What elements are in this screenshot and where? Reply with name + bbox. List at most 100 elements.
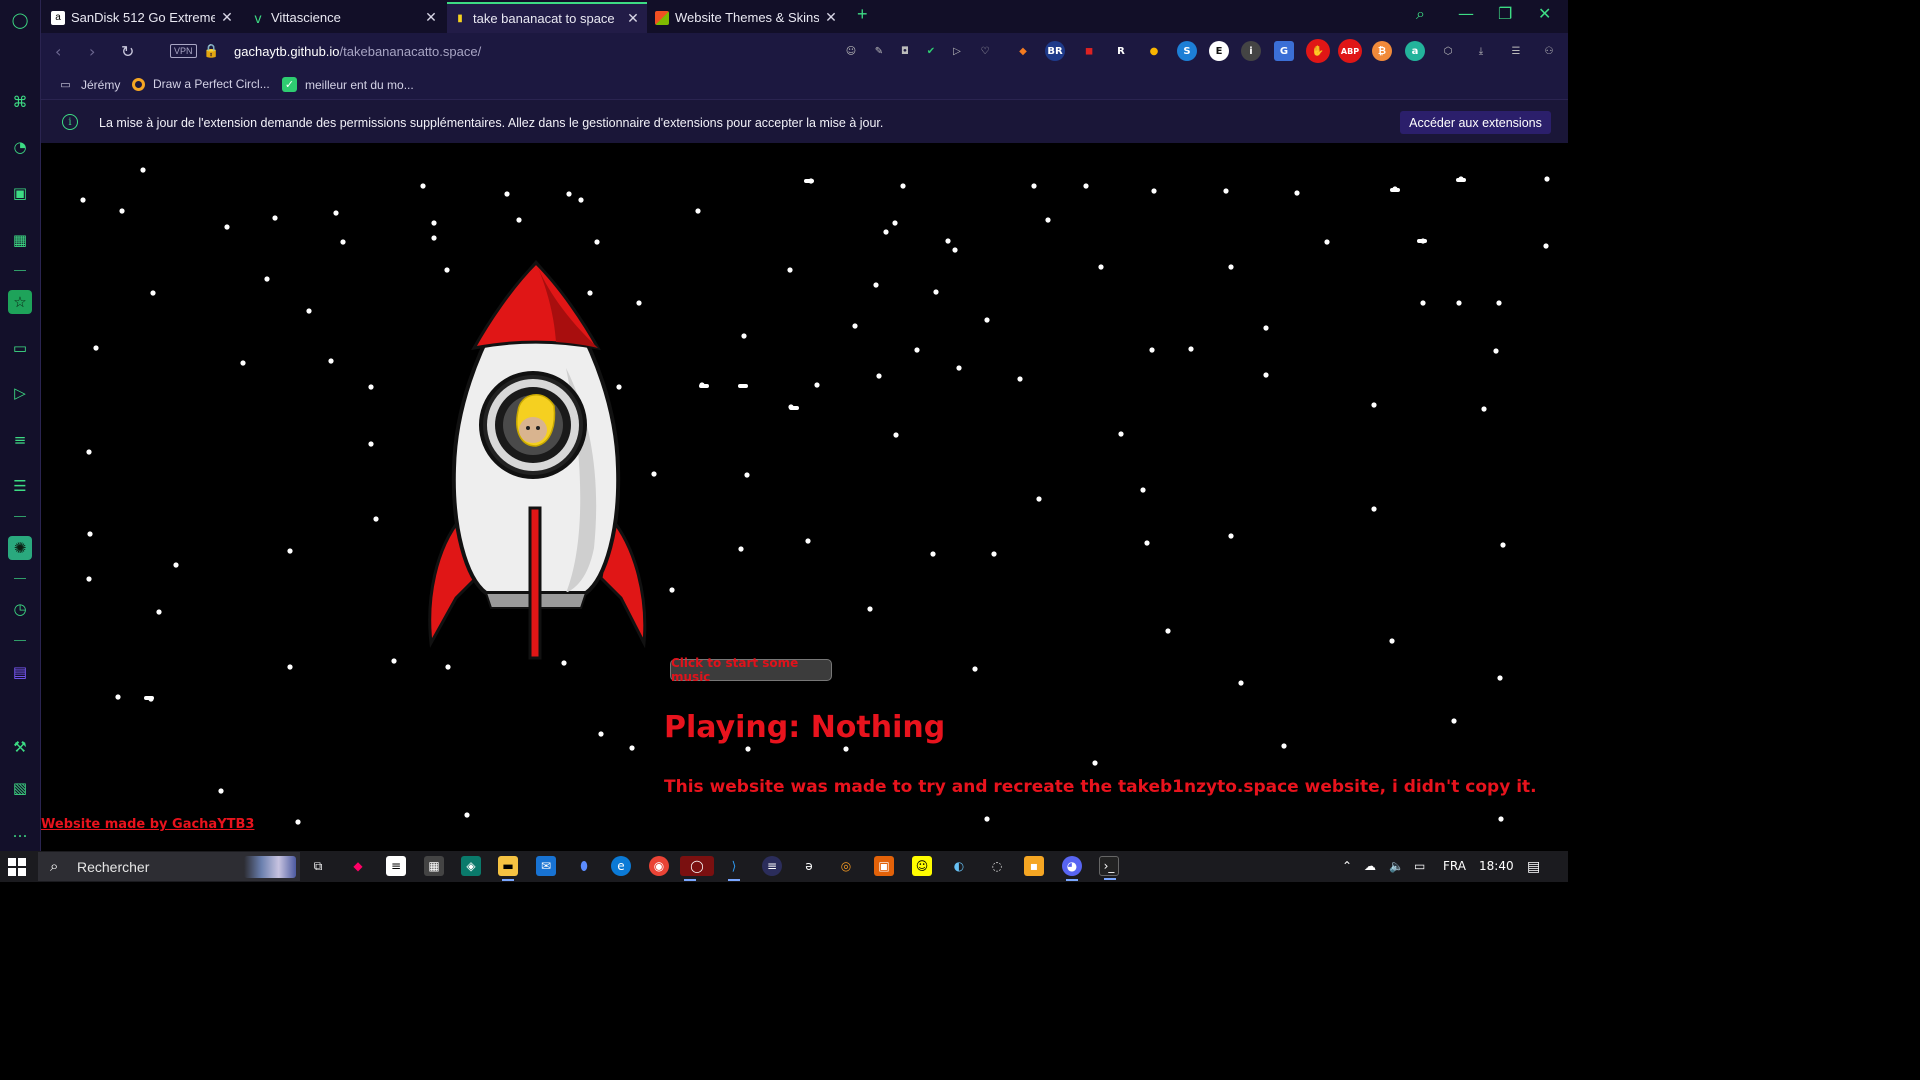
vpn-badge[interactable]: VPN [170, 44, 197, 58]
task-view-icon[interactable]: ⧉ [308, 856, 328, 876]
adblock-plus-icon[interactable]: ABP [1338, 39, 1362, 63]
chatgpt-icon[interactable]: ✺ [8, 536, 32, 560]
credit-link[interactable]: Website made by GachaYTB3 [41, 817, 254, 832]
security-icon[interactable]: ⬮ [574, 856, 594, 876]
edit-icon[interactable]: ✎ [869, 41, 889, 61]
gh-icon[interactable]: ǝ [799, 856, 819, 876]
figma-icon[interactable]: ◆ [348, 856, 368, 876]
opera-gx-taskbar-icon[interactable]: ◯ [680, 856, 714, 881]
tray-expand-icon[interactable]: ⌃ [1342, 859, 1352, 873]
extension-e-icon[interactable]: E [1209, 41, 1229, 61]
extension-br-icon[interactable]: BR [1045, 41, 1065, 61]
tab-vittascience[interactable]: v Vittascience ✕ [245, 2, 445, 33]
roblox-icon[interactable]: ◼ [1079, 41, 1099, 61]
sticky-notes-icon[interactable]: ▪ [1024, 856, 1044, 876]
file-explorer-icon[interactable]: ▬ [498, 856, 518, 881]
extension-a-icon[interactable]: a [1405, 41, 1425, 61]
search-highlight-image [244, 856, 296, 878]
close-icon[interactable]: ✕ [625, 10, 641, 27]
new-tab-button[interactable]: + [857, 4, 868, 25]
twitch-icon[interactable]: ▭ [10, 338, 30, 358]
notifications-icon[interactable]: ▤ [1527, 859, 1540, 875]
minimize-button[interactable]: — [1458, 4, 1474, 23]
star-icon[interactable]: ☆ [8, 290, 32, 314]
star [566, 191, 572, 197]
mail-icon[interactable]: ✉ [536, 856, 556, 876]
onedrive-icon[interactable]: ☁ [1364, 859, 1376, 873]
taskbar-search[interactable]: ⌕ Rechercher [38, 852, 300, 881]
bookmark-meilleur-ent[interactable]: ✓ meilleur ent du mo... [282, 77, 414, 92]
restore-button[interactable]: ❐ [1498, 4, 1512, 23]
camera-icon[interactable]: ◘ [895, 41, 915, 61]
bookmark-folder-jeremy[interactable]: ▭ Jérémy [58, 77, 120, 92]
notion-icon[interactable]: ≡ [386, 856, 406, 876]
clock[interactable]: 18:40 [1479, 859, 1514, 873]
notes-icon[interactable]: ≡ [10, 430, 30, 450]
translate-icon[interactable]: G [1274, 41, 1294, 61]
settings-sliders-icon[interactable]: ☰ [1506, 41, 1526, 61]
volume-icon[interactable]: 🔈 [1389, 859, 1404, 873]
tab-sandisk[interactable]: a SanDisk 512 Go Extreme PR ✕ [45, 2, 241, 33]
start-music-button[interactable]: Click to start some music [670, 656, 832, 684]
star-streak [1390, 188, 1400, 192]
forward-button[interactable]: › [89, 42, 95, 61]
cube-icon[interactable]: ⬡ [1438, 41, 1458, 61]
bookmark-perfect-circle[interactable]: Draw a Perfect Circl... [132, 77, 270, 91]
gamepad-icon[interactable]: ⌘ [10, 92, 30, 112]
windows-start-icon[interactable] [8, 858, 26, 876]
chrome-icon[interactable]: ◉ [649, 856, 669, 876]
shield-icon[interactable]: ✔ [921, 41, 941, 61]
close-icon[interactable]: ✕ [823, 9, 839, 26]
steam-icon[interactable]: ◐ [949, 856, 969, 876]
opera-logo-icon[interactable]: ◯ [10, 10, 30, 30]
info-extension-icon[interactable]: i [1241, 41, 1261, 61]
close-window-button[interactable]: ✕ [1538, 4, 1551, 23]
package-icon[interactable]: ▣ [874, 856, 894, 876]
search-tabs-icon[interactable]: ⌕ [1416, 4, 1425, 24]
unity-icon[interactable]: ◌ [987, 856, 1007, 876]
vscode-icon[interactable]: ⟩ [724, 856, 744, 881]
star [578, 197, 584, 203]
tab-bananacat[interactable]: ▮ take bananacat to space ✕ [447, 2, 647, 33]
language-indicator[interactable]: FRA [1443, 859, 1466, 873]
download-icon[interactable]: ⤓ [1471, 41, 1491, 61]
blender-icon[interactable]: ◎ [836, 856, 856, 876]
close-icon[interactable]: ✕ [219, 9, 235, 26]
snapchat-icon[interactable]: ☺ [912, 856, 932, 876]
send-icon[interactable]: ▷ [947, 41, 967, 61]
profile-icon[interactable]: ⚇ [1539, 41, 1559, 61]
discord-icon[interactable]: ◕ [1062, 856, 1082, 881]
battery-icon[interactable]: ▭ [1414, 859, 1425, 873]
back-button[interactable]: ‹ [55, 42, 61, 61]
close-icon[interactable]: ✕ [423, 9, 439, 26]
colors-icon[interactable]: ● [1144, 41, 1164, 61]
chip-icon[interactable]: ▦ [10, 230, 30, 250]
list-icon[interactable]: ☰ [10, 476, 30, 496]
speedometer-icon[interactable]: ◔ [10, 137, 30, 157]
lock-icon[interactable]: 🔒 [203, 43, 219, 59]
youtube-icon[interactable]: ▷ [10, 383, 30, 403]
store-icon[interactable]: ▦ [424, 856, 444, 876]
gallery-icon[interactable]: ▧ [10, 778, 30, 798]
honey-icon[interactable]: ₿ [1372, 41, 1392, 61]
history-icon[interactable]: ◷ [10, 599, 30, 619]
brave-icon[interactable]: ◆ [1013, 41, 1033, 61]
terminal-icon[interactable]: ›_ [1099, 856, 1119, 880]
app-icon[interactable]: ◈ [461, 856, 481, 876]
open-extensions-button[interactable]: Accéder aux extensions [1400, 111, 1551, 134]
url-field[interactable]: gachaytb.github.io/takebananacatto.space… [234, 44, 481, 59]
emoji-icon[interactable]: ☺ [841, 41, 861, 61]
tab-themes[interactable]: Website Themes & Skins by ✕ [649, 2, 845, 33]
edge-icon[interactable]: e [611, 856, 631, 876]
sidebar-toggle-icon[interactable]: ⚒ [10, 737, 30, 757]
shopping-bag-icon[interactable]: ▣ [10, 183, 30, 203]
app-circle-icon[interactable]: ≡ [762, 856, 782, 876]
reload-button[interactable]: ↻ [121, 42, 134, 61]
more-icon[interactable]: … [10, 822, 30, 842]
extension-icon[interactable]: ▤ [10, 662, 30, 682]
extension-r-icon[interactable]: R [1111, 41, 1131, 61]
shazam-icon[interactable]: S [1177, 41, 1197, 61]
stop-icon[interactable]: ✋ [1306, 39, 1330, 63]
star [86, 449, 92, 455]
heart-icon[interactable]: ♡ [975, 41, 995, 61]
